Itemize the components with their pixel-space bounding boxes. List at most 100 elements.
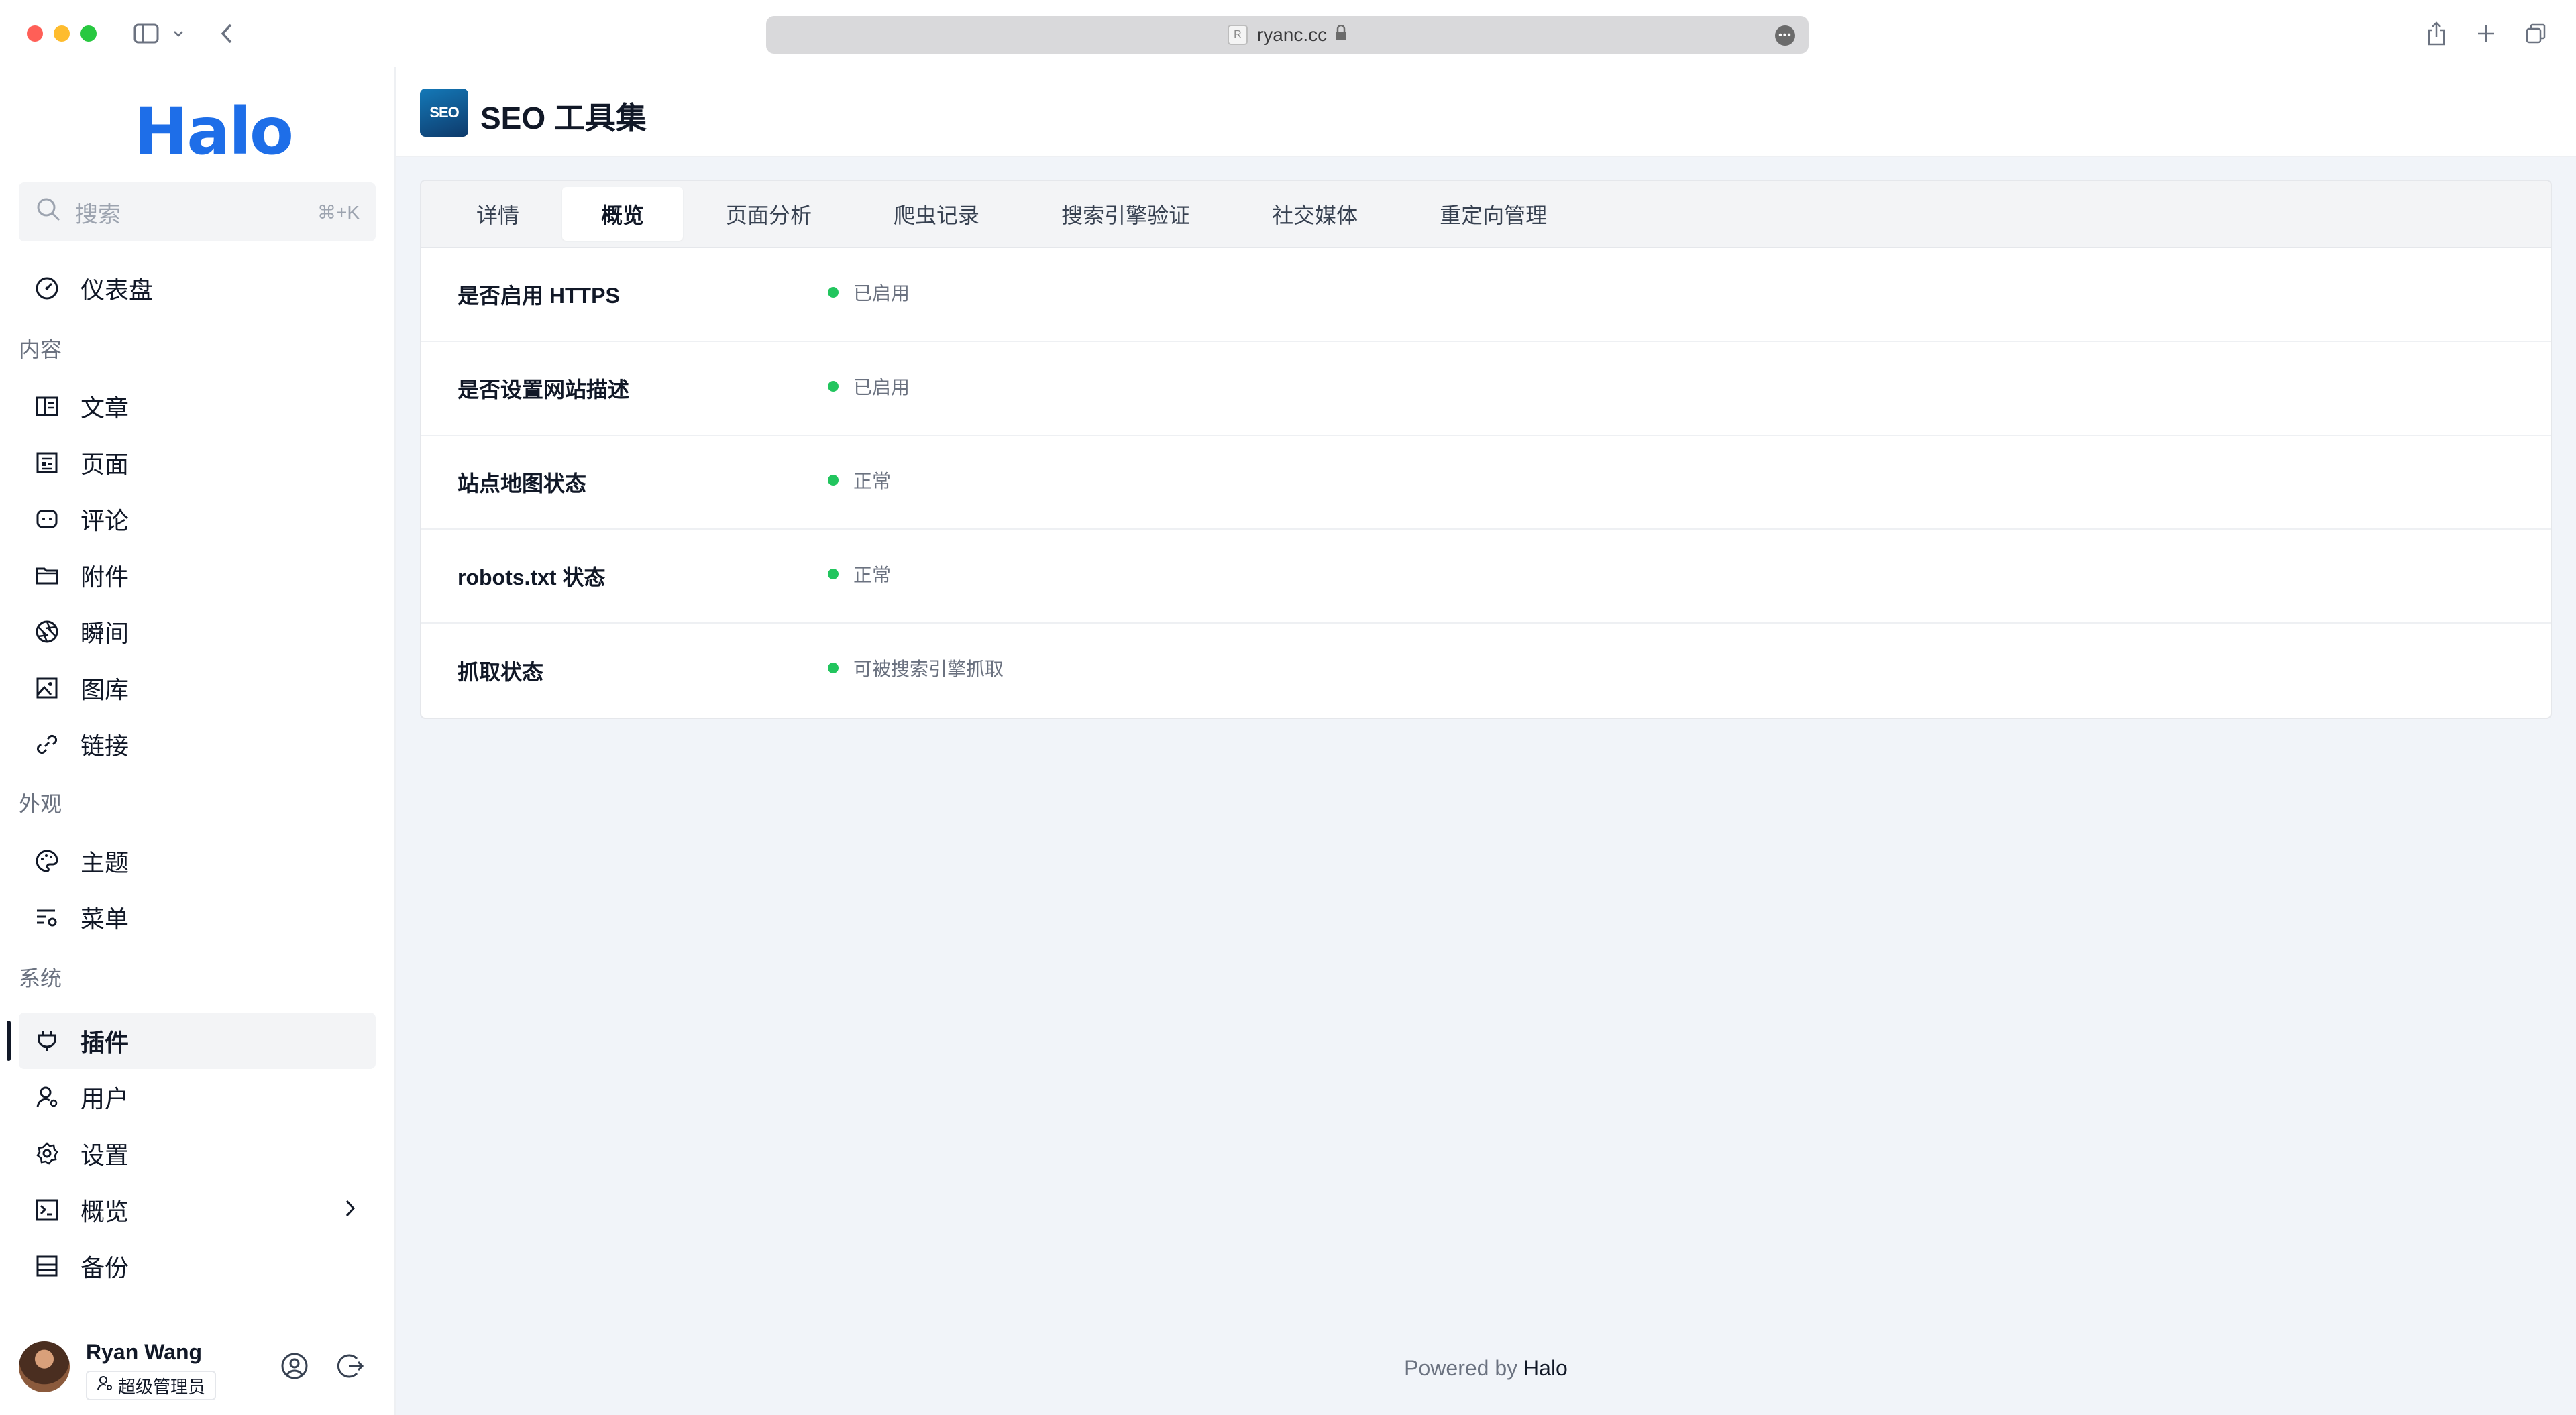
- sidebar-item-settings[interactable]: 设置: [19, 1125, 376, 1182]
- sidebar-item-comments[interactable]: 评论: [19, 491, 376, 547]
- tab-search-engine-verification[interactable]: 搜索引擎验证: [1022, 187, 1229, 241]
- palette-icon: [34, 848, 60, 874]
- aperture-icon: [34, 618, 60, 645]
- sidebar-item-label: 主题: [80, 849, 129, 876]
- sidebar-item-label: 评论: [80, 507, 129, 534]
- sidebar-item-label: 附件: [80, 563, 129, 591]
- tab-redirect-management[interactable]: 重定向管理: [1401, 187, 1586, 241]
- close-window-button[interactable]: [27, 25, 43, 42]
- sidebar-item-dashboard[interactable]: 仪表盘: [19, 260, 376, 317]
- sidebar-item-label: 文章: [80, 394, 129, 422]
- item-label: 是否设置网站描述: [458, 378, 630, 402]
- status-dot-icon: [828, 569, 839, 579]
- sidebar-item-label: 概览: [80, 1198, 129, 1225]
- menu-settings-icon: [34, 904, 60, 931]
- share-icon[interactable]: [2423, 20, 2450, 47]
- gauge-icon: [34, 275, 60, 302]
- plug-icon: [34, 1027, 60, 1054]
- sidebar: Halo 搜索 ⌘+K 仪表盘 内容 文章 页面 评论 附件 瞬间 图库 链接 …: [0, 67, 396, 1415]
- user-name: Ryan Wang: [86, 1340, 203, 1364]
- status-text: 正常: [853, 565, 892, 585]
- status-text: 已启用: [853, 283, 910, 304]
- status-badge: 已启用: [828, 373, 910, 400]
- gear-icon: [34, 1140, 60, 1167]
- chevron-right-icon: [345, 1196, 356, 1224]
- tab-page-analysis[interactable]: 页面分析: [687, 187, 851, 241]
- page-title: SEO 工具集: [480, 101, 647, 135]
- sidebar-item-label: 插件: [80, 1029, 129, 1056]
- status-badge: 正常: [828, 467, 891, 494]
- more-options-icon[interactable]: •••: [1775, 25, 1795, 46]
- main-content: SEO SEO 工具集 详情 概览 页面分析 爬虫记录 搜索引擎验证 社交媒体 …: [396, 67, 2576, 1415]
- sidebar-item-label: 页面: [80, 451, 129, 478]
- profile-icon[interactable]: [279, 1351, 310, 1381]
- chevron-down-icon[interactable]: [170, 20, 186, 47]
- sidebar-item-links[interactable]: 链接: [19, 716, 376, 773]
- status-dot-icon: [828, 381, 839, 392]
- zoom-window-button[interactable]: [80, 25, 97, 42]
- search-icon: [35, 196, 62, 229]
- item-label: robots.txt 状态: [458, 565, 606, 589]
- sidebar-item-plugins[interactable]: 插件: [19, 1013, 376, 1069]
- halo-logo[interactable]: Halo: [134, 94, 294, 169]
- search-shortcut: ⌘+K: [317, 201, 360, 223]
- tab-social-media[interactable]: 社交媒体: [1233, 187, 1397, 241]
- sidebar-item-moments[interactable]: 瞬间: [19, 604, 376, 660]
- sidebar-item-themes[interactable]: 主题: [19, 833, 376, 889]
- logout-icon[interactable]: [335, 1351, 366, 1381]
- nav-group-system: 系统: [19, 966, 62, 990]
- tab-overview[interactable]: 概览: [562, 187, 684, 241]
- active-indicator: [7, 1021, 11, 1061]
- tab-crawler-logs[interactable]: 爬虫记录: [855, 187, 1018, 241]
- seo-card: 详情 概览 页面分析 爬虫记录 搜索引擎验证 社交媒体 重定向管理 是否启用 H…: [420, 180, 2552, 719]
- status-badge: 正常: [828, 561, 891, 587]
- status-badge: 已启用: [828, 279, 910, 306]
- overview-list: 是否启用 HTTPS 已启用 是否设置网站描述 已启用 站点地图状态 正常 ro…: [421, 248, 2551, 718]
- item-label: 抓取状态: [458, 660, 544, 684]
- search-input[interactable]: 搜索 ⌘+K: [19, 182, 376, 241]
- address-bar[interactable]: R ryanc.cc •••: [766, 16, 1809, 54]
- lock-icon: [1335, 24, 1347, 46]
- tab-overview-icon[interactable]: [2522, 20, 2549, 47]
- tab-bar: 详情 概览 页面分析 爬虫记录 搜索引擎验证 社交媒体 重定向管理: [421, 181, 2551, 248]
- sidebar-item-label: 用户: [80, 1085, 129, 1113]
- sidebar-toggle-icon[interactable]: [131, 20, 161, 47]
- sidebar-item-users[interactable]: 用户: [19, 1069, 376, 1125]
- image-icon: [34, 675, 60, 701]
- footer-brand-link[interactable]: Halo: [1523, 1356, 1568, 1380]
- url-text: ryanc.cc: [1256, 24, 1328, 45]
- avatar[interactable]: [19, 1341, 70, 1392]
- sidebar-item-backup[interactable]: 备份: [19, 1238, 376, 1294]
- back-icon[interactable]: [213, 20, 240, 47]
- sidebar-item-overview[interactable]: 概览: [19, 1182, 376, 1238]
- sidebar-item-label: 仪表盘: [80, 276, 154, 304]
- sidebar-item-posts[interactable]: 文章: [19, 378, 376, 435]
- sidebar-item-label: 设置: [80, 1141, 129, 1169]
- minimize-window-button[interactable]: [54, 25, 70, 42]
- user-role-icon: [97, 1375, 113, 1396]
- status-badge: 可被搜索引擎抓取: [828, 655, 1004, 681]
- nav-group-content: 内容: [19, 337, 62, 361]
- list-item: 是否启用 HTTPS 已启用: [421, 248, 2551, 342]
- sidebar-item-attachments[interactable]: 附件: [19, 547, 376, 604]
- current-user: Ryan Wang 超级管理员: [19, 1335, 394, 1408]
- status-dot-icon: [828, 475, 839, 486]
- status-text: 已启用: [853, 377, 910, 398]
- sidebar-item-label: 备份: [80, 1254, 129, 1282]
- nav-group-appearance: 外观: [19, 792, 62, 816]
- tab-details[interactable]: 详情: [437, 187, 558, 241]
- new-tab-icon[interactable]: [2473, 20, 2500, 47]
- sidebar-item-pages[interactable]: 页面: [19, 435, 376, 491]
- sidebar-item-gallery[interactable]: 图库: [19, 660, 376, 716]
- list-item: 站点地图状态 正常: [421, 436, 2551, 530]
- user-role-label: 超级管理员: [118, 1376, 206, 1397]
- list-item: robots.txt 状态 正常: [421, 530, 2551, 624]
- sidebar-item-menus[interactable]: 菜单: [19, 889, 376, 946]
- item-label: 站点地图状态: [458, 471, 587, 496]
- sidebar-item-label: 链接: [80, 732, 129, 760]
- footer-prefix: Powered by: [1404, 1356, 1518, 1380]
- item-label: 是否启用 HTTPS: [458, 284, 620, 308]
- terminal-icon: [34, 1196, 60, 1223]
- status-text: 可被搜索引擎抓取: [853, 659, 1004, 679]
- role-badge: 超级管理员: [86, 1371, 217, 1400]
